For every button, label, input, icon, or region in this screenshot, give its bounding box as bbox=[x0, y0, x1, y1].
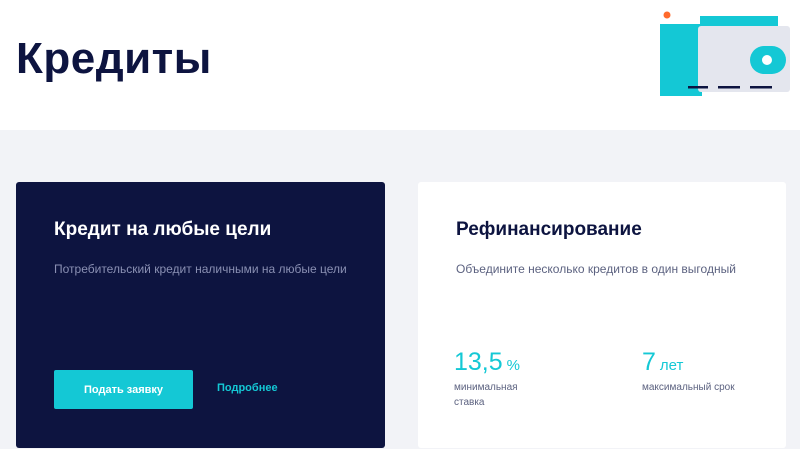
apply-button[interactable]: Подать заявку bbox=[54, 370, 193, 409]
wallet-illustration-icon bbox=[652, 6, 800, 100]
card-any-purpose-loan: Кредит на любые цели Потребительский кре… bbox=[16, 182, 385, 448]
page-header: Кредиты bbox=[0, 0, 800, 130]
stat-label: минимальная ставка bbox=[454, 382, 518, 408]
main-content: Кредит на любые цели Потребительский кре… bbox=[0, 130, 800, 449]
card-description: Объедините несколько кредитов в один выг… bbox=[456, 262, 736, 276]
stat-min-rate: 13,5% минимальная ставка bbox=[454, 348, 544, 410]
stat-label: максимальный срок bbox=[642, 382, 735, 393]
stat-unit: % bbox=[506, 357, 521, 374]
stat-unit: лет bbox=[659, 357, 684, 374]
page-title: Кредиты bbox=[16, 34, 212, 83]
stat-max-term: 7 лет максимальный срок bbox=[642, 348, 762, 396]
card-title: Рефинансирование bbox=[456, 219, 642, 240]
more-details-link[interactable]: Подробнее bbox=[217, 382, 278, 394]
stat-value: 7 bbox=[642, 348, 656, 376]
card-refinancing[interactable]: Рефинансирование Объедините несколько кр… bbox=[418, 182, 786, 448]
stat-value: 13,5 bbox=[454, 348, 503, 376]
card-title: Кредит на любые цели bbox=[54, 219, 272, 240]
card-description: Потребительский кредит наличными на любы… bbox=[54, 262, 347, 276]
